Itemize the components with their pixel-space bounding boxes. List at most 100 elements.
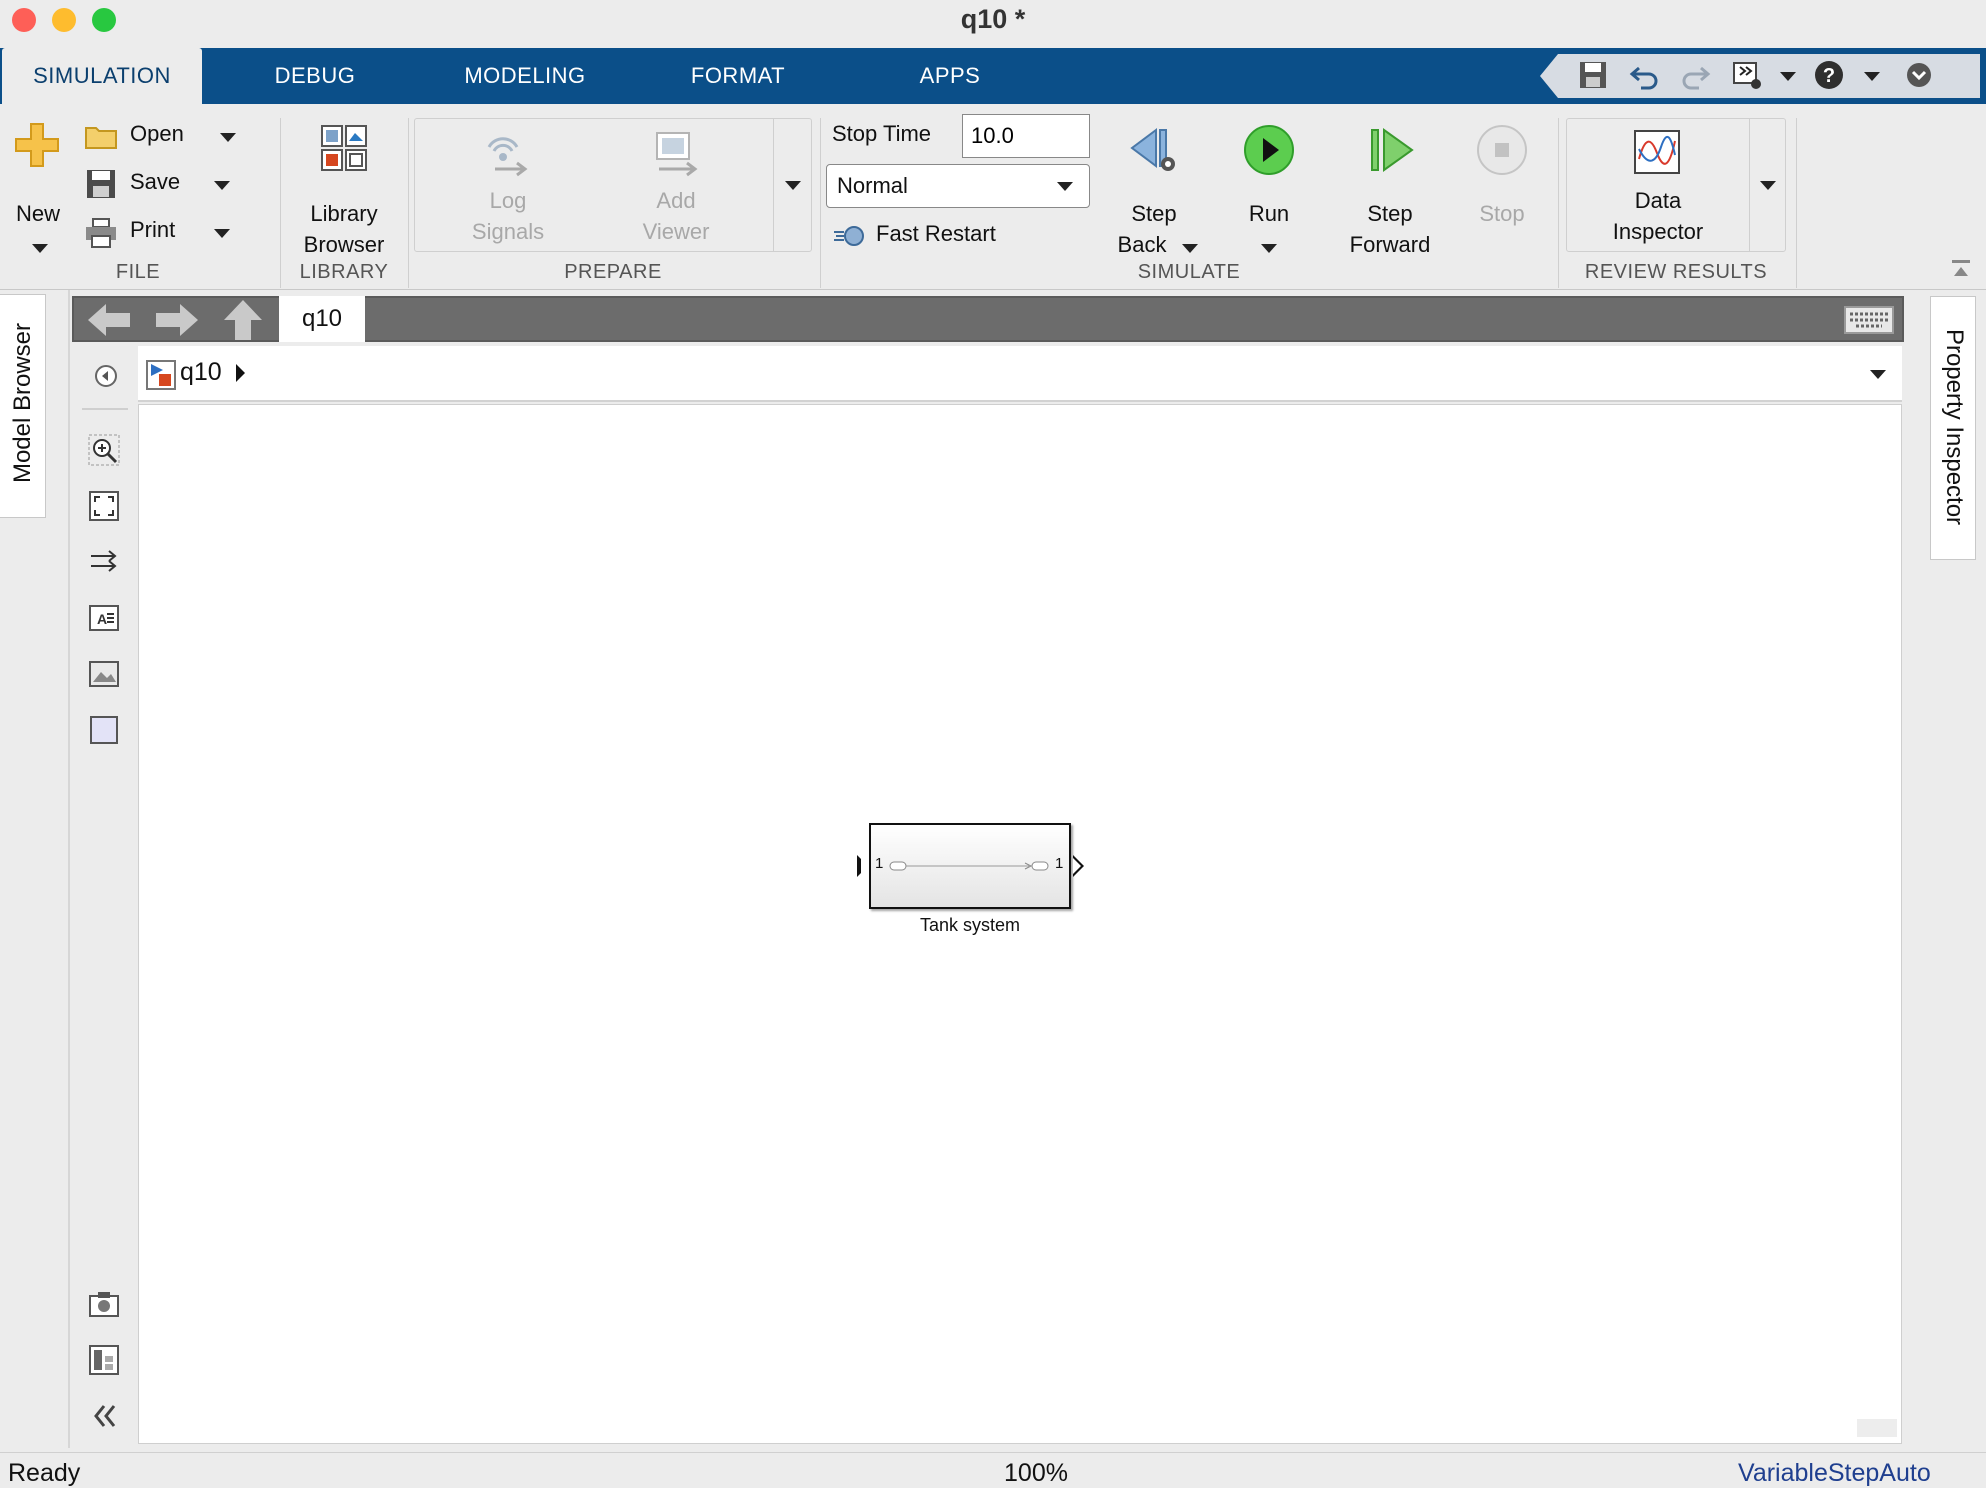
up-arrow-icon[interactable] [222,298,264,340]
step-forward-label-line1: Step [1367,201,1413,226]
new-label: New [15,201,60,226]
svg-text:A: A [97,611,107,627]
status-text: Ready [8,1459,81,1487]
model-tab-q10[interactable]: q10 [279,296,365,342]
add-viewer-button[interactable]: Add Viewer [601,119,751,251]
fit-to-view-icon[interactable] [88,490,120,522]
canvas-tool-palette: A [72,346,138,1446]
undo-icon[interactable] [1628,58,1662,92]
save-button[interactable]: Save [84,166,244,204]
simulation-mode-value: Normal [837,173,908,198]
forward-arrow-icon[interactable] [154,302,200,338]
save-dropdown-icon [214,181,230,190]
solver-link[interactable]: VariableStepAuto [1738,1459,1931,1488]
tab-apps[interactable]: APPS [900,48,1000,104]
step-back-label-line1: Step [1131,201,1177,226]
review-results-gallery: Data Inspector [1566,118,1786,252]
section-file: FILE [115,261,161,283]
tab-modeling[interactable]: MODELING [450,48,600,104]
save-icon[interactable] [1576,58,1610,92]
print-button[interactable]: Print [84,214,244,252]
new-button[interactable]: New [8,118,68,258]
left-divider [68,290,70,1448]
run-button[interactable]: Run [1226,118,1312,258]
prepare-gallery-expand-button[interactable] [773,119,811,251]
quick-access-toolbar: ? [1540,54,1980,98]
run-icon [1244,125,1294,175]
step-forward-button[interactable]: Step Forward [1334,118,1446,258]
property-inspector-tab[interactable]: Property Inspector [1930,296,1976,560]
model-canvas[interactable]: 1 1 Tank system [138,404,1902,1444]
property-inspector-label: Property Inspector [1941,328,1968,526]
tab-format[interactable]: FORMAT [670,48,806,104]
minimize-ribbon-icon[interactable] [1902,58,1936,92]
annotation-icon[interactable]: A [88,602,120,634]
subsystem-signal-icon [889,861,1049,871]
model-data-icon[interactable] [88,1344,120,1376]
library-browser-button[interactable]: Library Browser [288,118,400,258]
open-label: Open [130,121,184,146]
log-signals-label-line2: Signals [471,219,545,244]
help-icon[interactable]: ? [1812,58,1846,92]
chevron-down-icon [1057,182,1073,191]
stop-label: Stop [1479,201,1525,226]
folder-icon [85,127,117,149]
help-dropdown-icon[interactable] [1864,72,1880,81]
crumb-arrow-icon [236,364,245,382]
collapse-palette-icon[interactable] [88,1400,120,1432]
save-label: Save [130,169,181,194]
data-inspector-button[interactable]: Data Inspector [1567,119,1749,251]
tab-simulation[interactable]: SIMULATION [2,48,202,104]
log-signals-icon [487,137,528,177]
review-gallery-expand-button[interactable] [1749,119,1785,251]
keyboard-icon[interactable] [1844,306,1894,334]
image-icon[interactable] [88,658,120,690]
step-forward-icon [1371,128,1414,172]
fast-restart-icon [834,226,864,246]
step-back-button[interactable]: Step Back [1106,118,1202,258]
model-browser-tab[interactable]: Model Browser [0,294,46,518]
address-crumb-q10[interactable]: q10 [180,358,222,387]
library-browser-label-line2: Browser [303,232,385,257]
ribbon-toolstrip: New Open Save Print FILE Library Browser… [0,104,1986,290]
add-viewer-label-line2: Viewer [642,219,710,244]
zoom-level[interactable]: 100% [990,1459,1082,1488]
camera-icon[interactable] [88,1288,120,1320]
tab-debug[interactable]: DEBUG [250,48,380,104]
address-dropdown-icon[interactable] [1870,370,1886,379]
step-back-dropdown-icon [1182,244,1198,253]
zoom-in-icon[interactable] [88,434,120,466]
data-inspector-icon [1634,130,1680,174]
fast-restart-toggle[interactable]: Fast Restart [830,218,1050,254]
canvas-resize-grip[interactable] [1857,1419,1897,1437]
stop-time-input[interactable] [962,114,1090,158]
new-icon [15,123,59,167]
stop-button[interactable]: Stop [1462,118,1542,258]
svg-text:?: ? [1823,65,1835,87]
open-button[interactable]: Open [84,118,244,156]
custom-run-dropdown-icon[interactable] [1780,72,1796,81]
right-divider [1906,296,1924,1446]
arrow-signals-icon[interactable] [88,546,120,578]
tank-system-block[interactable]: 1 1 [857,823,1084,909]
run-dropdown-icon [1261,244,1277,253]
simulation-mode-select[interactable]: Normal [826,164,1090,208]
open-dropdown-icon [220,133,236,142]
printer-icon [86,218,116,248]
hide-browser-icon[interactable] [94,364,118,388]
block-name-label[interactable]: Tank system [819,915,1121,936]
custom-run-icon[interactable] [1730,58,1764,92]
stop-icon [1477,125,1527,175]
collapse-ribbon-icon[interactable] [1950,258,1972,280]
out-port-number: 1 [1055,855,1064,872]
back-arrow-icon[interactable] [86,302,132,338]
area-icon[interactable] [88,714,120,746]
section-simulate: SIMULATE [1137,261,1241,283]
redo-icon[interactable] [1678,58,1712,92]
section-library: LIBRARY [299,261,389,283]
output-port-inner [1073,858,1081,874]
status-bar: Ready 100% VariableStepAuto [0,1452,1986,1488]
prepare-gallery: Log Signals Add Viewer [414,118,812,252]
library-browser-label-line1: Library [310,201,378,226]
log-signals-button[interactable]: Log Signals [415,119,601,251]
